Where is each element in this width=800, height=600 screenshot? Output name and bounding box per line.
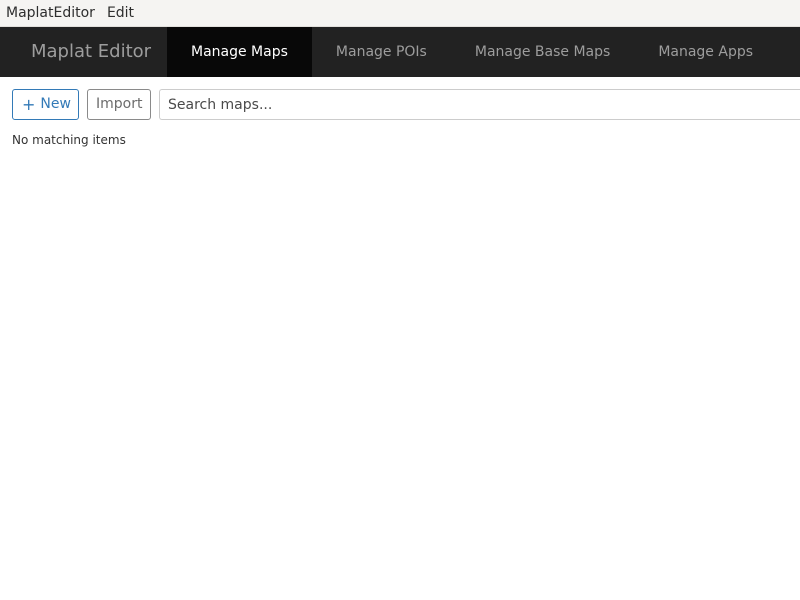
app-menubar: MaplatEditor Edit	[0, 0, 800, 27]
new-button-label: New	[40, 96, 71, 112]
tab-manage-apps[interactable]: Manage Apps	[634, 27, 777, 77]
menu-edit[interactable]: Edit	[101, 0, 140, 27]
plus-icon: +	[22, 95, 36, 114]
app-brand[interactable]: Maplat Editor	[0, 27, 167, 77]
menu-maplateditor[interactable]: MaplatEditor	[0, 0, 101, 27]
search-maps-input[interactable]	[159, 89, 800, 120]
maps-toolbar: + New Import	[12, 89, 800, 120]
top-navbar: Maplat Editor Manage Maps Manage POIs Ma…	[0, 27, 800, 77]
tab-manage-maps[interactable]: Manage Maps	[167, 27, 312, 77]
import-button[interactable]: Import	[87, 89, 151, 120]
new-map-button[interactable]: + New	[12, 89, 79, 120]
tab-manage-base-maps[interactable]: Manage Base Maps	[451, 27, 634, 77]
tab-manage-pois[interactable]: Manage POIs	[312, 27, 451, 77]
empty-list-message: No matching items	[12, 133, 126, 147]
